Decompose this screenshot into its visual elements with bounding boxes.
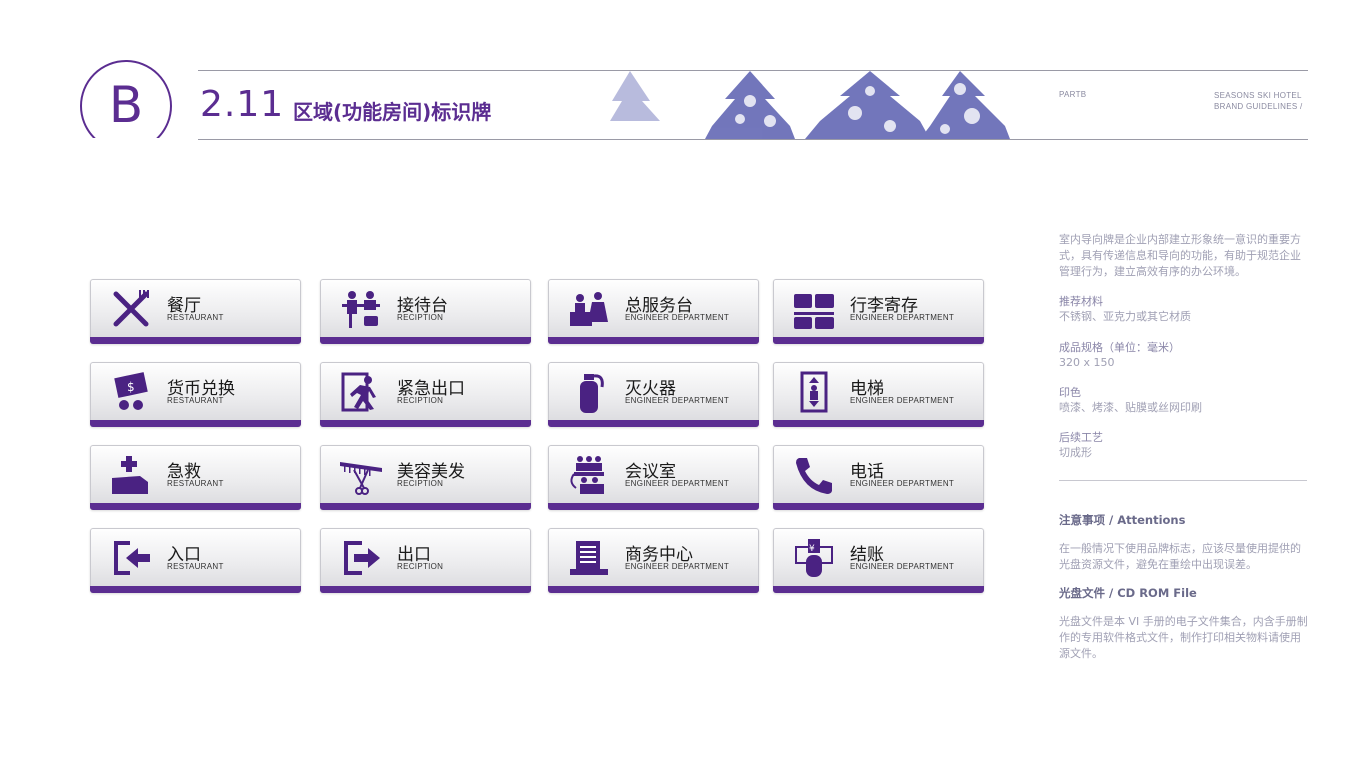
header-rule-bottom <box>198 139 1308 140</box>
currency-exchange-icon: $ <box>114 372 148 410</box>
cdrom-title: 光盘文件 / CD ROM File <box>1059 586 1197 600</box>
sign-sublabel: RECIPTION <box>397 562 444 571</box>
snow-trees-illustration <box>610 71 1010 139</box>
size-value: 320 x 150 <box>1059 356 1115 369</box>
sign-luggage: 行李寄存 ENGINEER DEPARTMENT <box>773 279 984 344</box>
sign-exit: 出口 RECIPTION <box>320 528 531 593</box>
sign-sublabel: ENGINEER DEPARTMENT <box>850 313 955 322</box>
sign-bar <box>320 586 531 593</box>
sign-sublabel: RESTAURANT <box>167 562 224 571</box>
part-label: PARTB <box>1059 90 1087 99</box>
checkout-icon: ¥ <box>795 539 833 577</box>
svg-text:$: $ <box>127 380 135 394</box>
material-value: 不锈钢、亚克力或其它材质 <box>1059 310 1191 323</box>
service-desk-icon <box>570 292 608 326</box>
exit-icon <box>344 541 380 575</box>
material-label: 推荐材料 <box>1059 295 1103 308</box>
sign-bar <box>773 337 984 344</box>
size-label: 成品规格（单位：毫米） <box>1059 341 1180 354</box>
sign-bar <box>90 586 301 593</box>
sign-bar <box>773 420 984 427</box>
sign-meeting-room: 会议室 ENGINEER DEPARTMENT <box>548 445 759 510</box>
sign-salon: 美容美发 RECIPTION <box>320 445 531 510</box>
sign-bar <box>548 586 759 593</box>
sign-sublabel: RESTAURANT <box>167 396 224 405</box>
sign-sublabel: ENGINEER DEPARTMENT <box>625 396 730 405</box>
post-process-value: 切成形 <box>1059 446 1092 459</box>
sign-bar <box>548 503 759 510</box>
sign-first-aid: 急救 RESTAURANT <box>90 445 301 510</box>
sign-bar <box>320 503 531 510</box>
sign-business-center: 商务中心 ENGINEER DEPARTMENT <box>548 528 759 593</box>
sign-sublabel: ENGINEER DEPARTMENT <box>850 562 955 571</box>
first-aid-icon <box>112 456 148 494</box>
sign-bar <box>90 420 301 427</box>
sign-emergency-exit: 紧急出口 RECIPTION <box>320 362 531 427</box>
sign-sublabel: RESTAURANT <box>167 479 224 488</box>
elevator-icon <box>800 371 828 413</box>
section-number: 2.11 <box>200 84 285 125</box>
entrance-icon <box>114 541 150 575</box>
badge-letter: B <box>108 76 144 134</box>
sign-service-desk: 总服务台 ENGINEER DEPARTMENT <box>548 279 759 344</box>
meeting-room-icon <box>570 456 604 494</box>
section-badge: B <box>80 60 172 138</box>
intro-text: 室内导向牌是企业内部建立形象统一意识的重要方式，具有传递信息和导向的功能，有助于… <box>1059 233 1301 278</box>
print-value: 喷漆、烤漆、贴膜或丝网印刷 <box>1059 401 1202 414</box>
sign-phone: 电话 ENGINEER DEPARTMENT <box>773 445 984 510</box>
sign-sublabel: RECIPTION <box>397 479 444 488</box>
utensils-icon <box>113 290 149 327</box>
sign-bar <box>773 586 984 593</box>
cdrom-text: 光盘文件是本 VI 手册的电子文件集合，内含手册制作的专用软件格式文件，制作打印… <box>1059 615 1308 660</box>
sidebar-divider <box>1059 480 1307 481</box>
sign-reception: 接待台 RECIPTION <box>320 279 531 344</box>
sign-sublabel: ENGINEER DEPARTMENT <box>625 479 730 488</box>
sign-bar <box>90 503 301 510</box>
sign-sublabel: RECIPTION <box>397 396 444 405</box>
sign-sublabel: ENGINEER DEPARTMENT <box>850 479 955 488</box>
sign-fire-extinguisher: 灭火器 ENGINEER DEPARTMENT <box>548 362 759 427</box>
reception-icon <box>342 291 380 328</box>
page-title: 区域(功能房间)标识牌 <box>293 100 492 124</box>
emergency-exit-icon <box>341 372 376 412</box>
brand-line-2: BRAND GUIDELINES / <box>1214 102 1303 111</box>
sign-sublabel: ENGINEER DEPARTMENT <box>625 313 730 322</box>
sign-bar <box>90 337 301 344</box>
business-center-icon <box>570 541 608 575</box>
attention-title: 注意事项 / Attentions <box>1059 513 1186 527</box>
sign-entrance: 入口 RESTAURANT <box>90 528 301 593</box>
sign-elevator: 电梯 ENGINEER DEPARTMENT <box>773 362 984 427</box>
sign-bar <box>548 420 759 427</box>
sign-bar <box>320 420 531 427</box>
sign-sublabel: RESTAURANT <box>167 313 224 322</box>
post-process-label: 后续工艺 <box>1059 431 1103 444</box>
sign-sublabel: ENGINEER DEPARTMENT <box>625 562 730 571</box>
sign-sublabel: RECIPTION <box>397 313 444 322</box>
svg-text:¥: ¥ <box>809 544 815 554</box>
phone-icon <box>796 458 832 494</box>
print-label: 印色 <box>1059 386 1081 399</box>
sign-restaurant: 餐厅 RESTAURANT <box>90 279 301 344</box>
sign-bar <box>548 337 759 344</box>
sign-bar <box>320 337 531 344</box>
brand-line-1: SEASONS SKI HOTEL <box>1214 91 1302 100</box>
sign-sublabel: ENGINEER DEPARTMENT <box>850 396 955 405</box>
brand-guidelines-label: SEASONS SKI HOTEL BRAND GUIDELINES / <box>1214 90 1303 112</box>
fire-extinguisher-icon <box>580 374 604 413</box>
sign-checkout: ¥ 结账 ENGINEER DEPARTMENT <box>773 528 984 593</box>
salon-icon <box>340 462 382 495</box>
sign-currency-exchange: $ 货币兑换 RESTAURANT <box>90 362 301 427</box>
sign-bar <box>773 503 984 510</box>
attention-text: 在一般情况下使用品牌标志，应该尽量使用提供的光盘资源文件，避免在重绘中出现误差。 <box>1059 542 1301 571</box>
luggage-icon <box>794 294 834 329</box>
